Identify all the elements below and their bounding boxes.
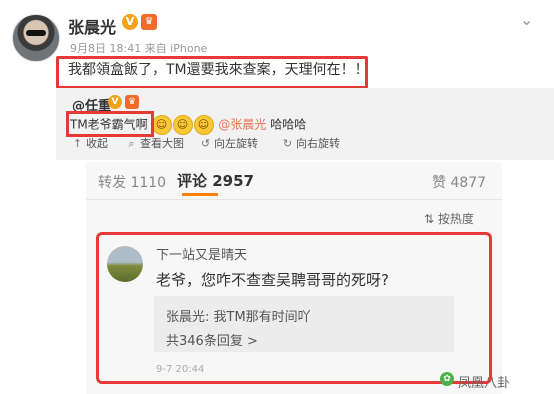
tab-comment[interactable]: 评论 2957	[177, 170, 254, 191]
active-tab-indicator	[182, 193, 218, 196]
sunglasses-shape	[26, 30, 46, 36]
search-icon: ⌕	[128, 137, 135, 150]
grin-emoji-icon: ☺	[193, 115, 214, 135]
tabs-divider	[86, 199, 502, 200]
sort-label: 按热度	[437, 212, 474, 226]
rotate-left-button[interactable]: ↺ 向左旋转	[200, 135, 258, 151]
author-avatar[interactable]	[12, 14, 60, 62]
verified-badge-icon: V	[122, 14, 138, 30]
rotate-right-label: 向右旋转	[296, 137, 340, 150]
mention-link[interactable]: @张晨光	[218, 118, 266, 132]
highlight-box-repost	[66, 111, 154, 137]
collapse-icon: ↑	[72, 137, 83, 150]
chevron-down-icon[interactable]: ⌄	[520, 10, 533, 29]
author-name[interactable]: 张晨光	[68, 14, 116, 38]
crown-badge-icon: ♛	[125, 95, 139, 109]
grin-emoji-icon: ☺	[172, 115, 193, 135]
tab-like[interactable]: 赞 4877	[432, 172, 486, 192]
highlight-box-comment	[96, 232, 492, 384]
rotate-left-label: 向左旋转	[214, 137, 258, 150]
wechat-icon: ✿	[440, 372, 454, 386]
rotate-right-button[interactable]: ↻ 向右旋转	[282, 135, 340, 151]
sort-by-hot-button[interactable]: ⇅ 按热度	[424, 210, 474, 227]
rotate-left-icon: ↺	[200, 137, 211, 150]
grin-emoji-icon: ☺	[151, 115, 172, 135]
crown-badge-icon: ♛	[141, 14, 157, 30]
tab-repost[interactable]: 转发 1110	[98, 172, 166, 192]
sort-icon: ⇅	[424, 212, 438, 226]
verified-badge-icon: V	[108, 95, 122, 109]
collapse-label: 收起	[86, 137, 108, 150]
rotate-right-icon: ↻	[282, 137, 293, 150]
view-image-label: 查看大图	[140, 137, 184, 150]
image-toolbar: ↑ 收起 ⌕ 查看大图 ↺ 向左旋转 ↻ 向右旋转	[56, 135, 554, 151]
collapse-button[interactable]: ↑ 收起	[72, 135, 108, 151]
post-meta: 9月8日 18:41 来自 iPhone	[70, 42, 208, 55]
repost-text-suffix: 哈哈哈	[270, 117, 307, 132]
view-image-button[interactable]: ⌕ 查看大图	[126, 135, 184, 151]
highlight-box-post	[56, 56, 368, 89]
watermark: 凤凰八卦	[458, 376, 511, 391]
